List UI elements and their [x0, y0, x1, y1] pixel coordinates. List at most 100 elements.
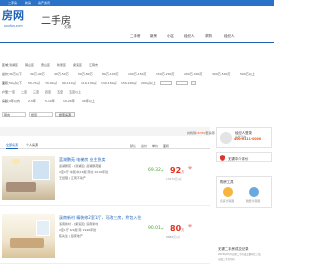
nav-item[interactable]: 小区 [167, 34, 174, 38]
filter-option[interactable]: 50万-80万 [78, 72, 93, 76]
site-logo[interactable]: 房网 soufun.com [2, 10, 36, 34]
tab-personal-listings[interactable]: 个人房源 [26, 143, 38, 147]
filter-option[interactable]: 30万-40万 [30, 72, 45, 76]
calculator-icon[interactable] [223, 187, 233, 197]
photo-sofa [6, 182, 36, 192]
filter-option[interactable]: 150万-200万 [156, 72, 175, 76]
listing-tabs: 全部房源 个人房源 默认 总价 单价 面积 [0, 141, 210, 149]
result-count-number: 16350 [196, 131, 206, 135]
filter-option[interactable]: 5-10年 [45, 99, 55, 103]
search-listings-button[interactable]: 搜索房源 [55, 112, 75, 117]
area-max-input[interactable] [176, 81, 188, 85]
filter-option[interactable]: 滨湖区 [9, 63, 18, 67]
listing-photo[interactable] [2, 156, 55, 200]
listing-area-value: 69.32 [148, 168, 161, 173]
topbar-link[interactable]: 房产资讯 [38, 1, 50, 5]
area-min-input[interactable] [160, 81, 172, 85]
listing-unit-price: 13272元/㎡ [166, 177, 182, 181]
topbar-link[interactable]: 新房 [25, 1, 31, 5]
filter-option[interactable]: 130-150㎡ [101, 81, 117, 85]
filter-panel: 区域： 滨湖区 锡山区 惠山区 新吴区 梁溪区 江阴市 总价： 30万以下 30… [0, 48, 274, 100]
sort-option[interactable]: 面积 [163, 144, 169, 148]
sidebar-cert-box: 无锡中介评价 [216, 152, 272, 162]
filter-option[interactable]: 90-110㎡ [62, 81, 76, 85]
filter-option[interactable]: 50㎡以下 [9, 81, 22, 85]
listing-details: 2室2厅 中层/共18层 南北 2010年建 [59, 170, 109, 174]
orientation-select[interactable]: 朝向 [2, 112, 26, 117]
filter-row-layout: 户型： 一室 二室 三室 四室 五室 五室以上 [0, 90, 274, 95]
filter-row-age: 房龄： 2年以内 2-5年 5-10年 10-20年 20年以上 [0, 99, 274, 104]
filter-option[interactable]: 江阴市 [89, 63, 98, 67]
filter-option[interactable]: 三室 [33, 90, 39, 94]
listing-title[interactable]: 蓝湖鹏苑 电梯房 业主急卖 [59, 157, 106, 163]
sort-option[interactable]: 默认 [130, 144, 136, 148]
tool-item[interactable]: 税费计算器 [246, 199, 260, 203]
shield-icon [220, 155, 225, 161]
filter-option[interactable]: 50-70㎡ [28, 81, 40, 85]
filter-option[interactable]: 2-5年 [28, 99, 36, 103]
listing-price-unit: 万 [181, 170, 185, 174]
filter-option[interactable]: 20年以上 [82, 99, 95, 103]
favorite-icon[interactable] [188, 166, 192, 170]
listing-location[interactable]: 溪南新村 - [梁溪区] 溪南新村 [59, 222, 98, 226]
filter-option[interactable]: 30万以下 [9, 72, 22, 76]
listing-item[interactable]: 蓝湖鹏苑 电梯房 业主急卖 蓝湖鹏苑 - [滨湖区] 蓝湖鹏苑路 2室2厅 中层… [0, 154, 210, 206]
filter-option[interactable]: 80万-100万 [102, 72, 119, 76]
nav-item[interactable]: 新房 [150, 34, 157, 38]
cert-title[interactable]: 无锡中介评价 [228, 156, 248, 161]
city-switcher[interactable]: 无锡 [64, 25, 71, 30]
listing-location[interactable]: 蓝湖鹏苑 - [滨湖区] 蓝湖鹏苑路 [59, 164, 101, 168]
sort-option[interactable]: 单价 [152, 144, 158, 148]
listing-unit-price: 8888元/㎡ [166, 235, 180, 239]
filter-option[interactable]: 四室 [45, 90, 51, 94]
tool-item[interactable]: 房贷计算器 [220, 199, 234, 203]
filter-row-price: 总价： 30万以下 30万-40万 40万-50万 50万-80万 80万-10… [0, 72, 274, 77]
topbar-link[interactable]: 二手房 [8, 1, 17, 5]
filter-option[interactable]: 300万-500万 [212, 72, 231, 76]
result-count: 共找到16350套房源 [187, 131, 215, 135]
listing-area: 90.01㎡ [148, 226, 163, 231]
favorite-icon[interactable] [188, 224, 192, 228]
nav-item[interactable]: 经纪人 [224, 34, 235, 38]
filter-option[interactable]: 二室 [21, 90, 27, 94]
nav-item[interactable]: 求购 [205, 34, 212, 38]
listing-agent[interactable]: 王经理 | 江南不动产 [59, 176, 86, 180]
floor-select[interactable]: 楼层 [29, 112, 53, 117]
filter-option[interactable]: 一室 [9, 90, 15, 94]
nav-item[interactable]: 经纪人 [184, 34, 195, 38]
filter-option[interactable]: 110-130㎡ [81, 81, 97, 85]
nav-item[interactable]: 二手房 [130, 34, 141, 38]
tab-all-listings[interactable]: 全部房源 [6, 143, 19, 149]
filter-option[interactable]: 150-200㎡ [121, 81, 137, 85]
filter-option[interactable]: 200㎡以上 [141, 81, 156, 85]
filter-label: 房龄： [2, 99, 12, 103]
filter-option[interactable]: 10-20年 [63, 99, 75, 103]
area-apply-button[interactable] [191, 81, 196, 85]
filter-option[interactable]: 500万以上 [240, 72, 255, 76]
listing-title[interactable]: 溪南新村 精装修2室1厅，可改三房，拎包入住 [59, 215, 141, 221]
listing-agent[interactable]: 陈先生 | 链家地产 [59, 234, 83, 238]
filter-option[interactable]: 100万-150万 [128, 72, 147, 76]
filter-option[interactable]: 惠山区 [41, 63, 50, 67]
photo-lamp [12, 159, 20, 164]
filter-option[interactable]: 五室以上 [69, 90, 81, 94]
filter-option[interactable]: 梁溪区 [73, 63, 82, 67]
news-item[interactable]: 2023年03月无锡二手房成交量环比上涨 [218, 252, 261, 256]
filter-option[interactable]: 40万-50万 [54, 72, 69, 76]
filter-option[interactable]: 70-90㎡ [45, 81, 57, 85]
filter-option[interactable]: 200万-300万 [184, 72, 203, 76]
tax-calculator-icon[interactable] [249, 187, 259, 197]
photo-window [36, 220, 50, 236]
filter-option[interactable]: 新吴区 [57, 63, 66, 67]
filter-row-area: 面积： 50㎡以下 50-70㎡ 70-90㎡ 90-110㎡ 110-130㎡… [0, 81, 274, 86]
listing-photo[interactable] [2, 214, 55, 258]
listing-item[interactable]: 溪南新村 精装修2室1厅，可改三房，拎包入住 溪南新村 - [梁溪区] 溪南新村… [0, 212, 210, 264]
sort-option[interactable]: 总价 [141, 144, 147, 148]
result-count-prefix: 共找到 [187, 131, 197, 135]
listing-area-value: 90.01 [148, 226, 161, 231]
news-title: 无锡二手房成交记录 [218, 247, 249, 251]
filter-option[interactable]: 五室 [57, 90, 63, 94]
news-item[interactable]: 无锡二手房均价 [218, 257, 235, 261]
filter-option[interactable]: 2年以内 [9, 99, 20, 103]
filter-option[interactable]: 锡山区 [25, 63, 34, 67]
